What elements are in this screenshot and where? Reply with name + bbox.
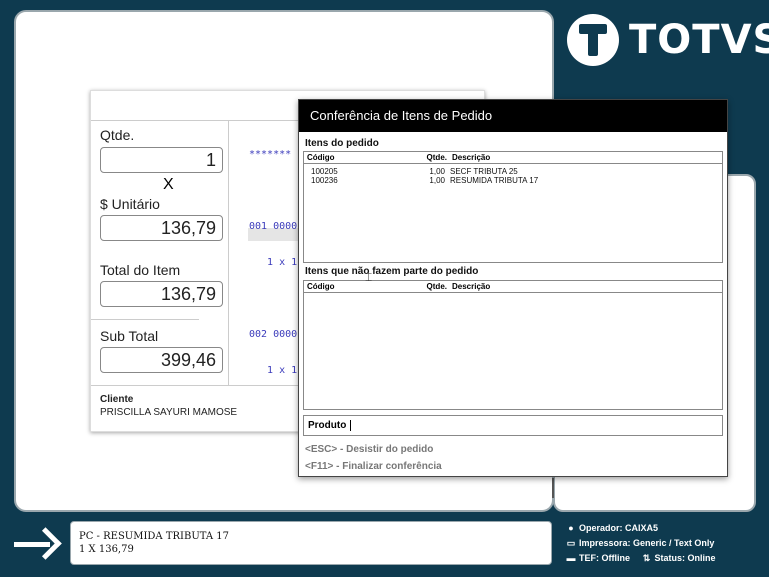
- status-area: ● Operador: CAIXA5 ▭ Impressora: Generic /…: [565, 521, 716, 566]
- receipt-line: 1 x 1: [249, 257, 298, 268]
- unit-price-label: $ Unitário: [100, 196, 160, 212]
- order-check-dialog: Conferência de Itens de Pedido Itens do …: [298, 99, 728, 477]
- receipt-line: 002 0000: [249, 329, 298, 340]
- receipt-line: 1 x 1: [249, 365, 298, 376]
- mouse-cursor-icon: ⌶: [365, 270, 373, 284]
- subtotal-label: Sub Total: [100, 328, 159, 344]
- f11-shortcut[interactable]: <F11> - Finalizar conferência: [305, 461, 442, 472]
- totvs-logo-icon: [567, 14, 619, 66]
- col-code: Código: [307, 282, 335, 291]
- col-desc: Descrição: [452, 282, 491, 291]
- order-items-table[interactable]: Código Qtde. Descrição 100205 1,00 SECF …: [303, 151, 723, 263]
- table-header: Código Qtde. Descrição: [304, 152, 722, 164]
- extra-items-label: Itens que não fazem parte do pedido: [305, 266, 479, 277]
- last-item-line1: PC - RESUMIDA TRIBUTA 17: [79, 531, 230, 542]
- extra-items-table[interactable]: Código Qtde. Descrição: [303, 280, 723, 410]
- printer-status: ▭ Impressora: Generic / Text Only: [565, 536, 716, 551]
- unit-price-field[interactable]: 136,79: [100, 215, 223, 241]
- item-qty: 1,00: [429, 176, 445, 185]
- esc-shortcut[interactable]: <ESC> - Desistir do pedido: [305, 444, 433, 455]
- col-desc: Descrição: [452, 153, 491, 162]
- item-total-field[interactable]: 136,79: [100, 281, 223, 307]
- user-icon: ●: [568, 523, 574, 533]
- arrow-right-icon: [14, 527, 58, 563]
- receipt-line: [249, 185, 297, 197]
- item-desc: SECF TRIBUTA 25: [450, 167, 518, 176]
- printer-icon: ▭: [566, 538, 576, 548]
- item-code: 100205: [311, 167, 338, 176]
- logo-text: TOTVS: [629, 17, 769, 63]
- table-row[interactable]: 100205 1,00 SECF TRIBUTA 25: [304, 167, 722, 176]
- times-symbol: X: [163, 176, 174, 193]
- printer-text: Impressora: Generic / Text Only: [579, 538, 715, 548]
- receipt-line: [249, 293, 297, 305]
- sale-fields: Qtde. 1 X $ Unitário 136,79 Total do Ite…: [91, 121, 229, 385]
- operator-text: Operador: CAIXA5: [579, 523, 659, 533]
- separator: [91, 319, 199, 320]
- last-item-display: PC - RESUMIDA TRIBUTA 17 1 X 136,79: [70, 521, 552, 565]
- item-desc: RESUMIDA TRIBUTA 17: [450, 176, 539, 185]
- operator-status: ● Operador: CAIXA5: [565, 521, 716, 536]
- dialog-title: Conferência de Itens de Pedido: [299, 100, 727, 132]
- table-row[interactable]: 100236 1,00 RESUMIDA TRIBUTA 17: [304, 176, 722, 185]
- totvs-logo: TOTVS: [567, 12, 769, 68]
- text-caret: [350, 420, 352, 431]
- qty-label: Qtde.: [100, 127, 135, 143]
- col-qty: Qtde.: [426, 282, 447, 291]
- product-label: Produto: [308, 420, 347, 432]
- item-qty: 1,00: [429, 167, 445, 176]
- sync-arrows-icon: ⇅: [642, 553, 651, 563]
- tef-status: ▬ TEF: Offline ⇅ Status: Online: [565, 551, 716, 566]
- receipt-preview: ******* 001 0000 1 x 1 002 0000 1 x 1: [249, 125, 297, 401]
- item-total-label: Total do Item: [100, 262, 181, 278]
- product-input[interactable]: Produto: [303, 415, 723, 436]
- subtotal-field[interactable]: 399,46: [100, 347, 223, 373]
- divider: [552, 478, 554, 498]
- col-code: Código: [307, 153, 335, 162]
- qty-field[interactable]: 1: [100, 147, 223, 173]
- receipt-line: 001 0000: [249, 221, 298, 232]
- online-status-text: Status: Online: [654, 553, 716, 563]
- last-item-line2: 1 X 136,79: [79, 544, 134, 555]
- card-icon: ▬: [566, 553, 576, 563]
- item-code: 100236: [311, 176, 338, 185]
- order-items-label: Itens do pedido: [305, 138, 379, 149]
- tef-text: TEF: Offline: [579, 553, 630, 563]
- col-qty: Qtde.: [426, 153, 447, 162]
- receipt-line: *******: [249, 149, 292, 160]
